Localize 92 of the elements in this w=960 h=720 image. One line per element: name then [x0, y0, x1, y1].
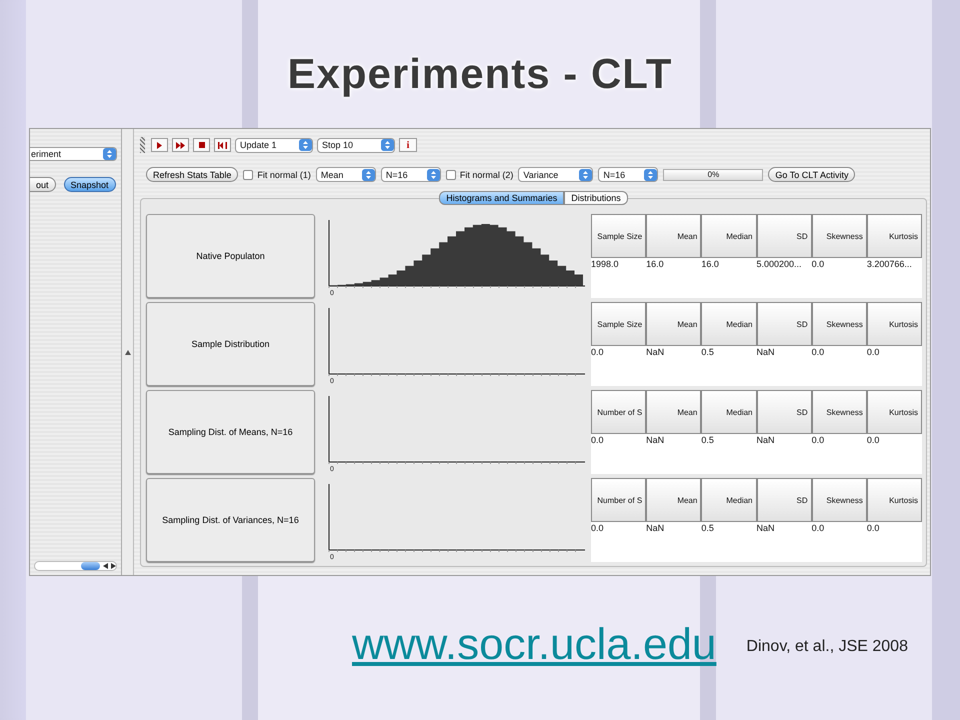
- column-header[interactable]: Skewness: [812, 478, 867, 522]
- distribution-button[interactable]: Sampling Dist. of Variances, N=16: [146, 478, 315, 562]
- table-cell-text: NaN: [646, 347, 666, 357]
- play-icon: [156, 142, 163, 148]
- citation: Dinov, et al., JSE 2008: [746, 638, 908, 656]
- stepper-icon: [103, 148, 116, 160]
- fast-forward-button[interactable]: [172, 138, 189, 152]
- column-header[interactable]: Skewness: [812, 302, 867, 346]
- stepper-icon: [381, 139, 394, 151]
- stepper-icon: [644, 168, 658, 180]
- column-header[interactable]: Kurtosis: [866, 214, 922, 258]
- table-cell-text: 0.0: [866, 435, 880, 445]
- stop-icon: [198, 142, 204, 148]
- column-header[interactable]: Kurtosis: [866, 302, 922, 346]
- column-header[interactable]: Kurtosis: [866, 478, 922, 522]
- table-cell-text: 0.0: [812, 435, 826, 445]
- action-button[interactable]: Refresh Stats Table: [146, 167, 238, 182]
- column-header[interactable]: Kurtosis: [866, 390, 922, 434]
- select-dropdown[interactable]: N=16: [598, 167, 658, 182]
- action-button[interactable]: Go To CLT Activity: [768, 167, 856, 182]
- checkbox-label: Fit normal (2): [460, 170, 514, 180]
- column-header[interactable]: SD: [756, 390, 812, 434]
- table-cell-text: NaN: [756, 435, 776, 445]
- table-cell-text: 0.0: [812, 259, 826, 269]
- table-cell-text: NaN: [646, 435, 666, 445]
- table-cell-text: 0.5: [701, 347, 715, 357]
- column-header[interactable]: Median: [701, 390, 756, 434]
- table-cell-text: 0.0: [591, 435, 605, 445]
- checkbox[interactable]: [243, 170, 254, 180]
- info-button[interactable]: i: [399, 138, 417, 152]
- scroll-right-icon[interactable]: [111, 563, 116, 569]
- column-header[interactable]: Number of S: [591, 390, 646, 434]
- column-header[interactable]: Sample Size: [591, 214, 646, 258]
- progress-label: 0%: [708, 170, 720, 179]
- horizontal-scrollbar[interactable]: [34, 561, 117, 571]
- table-cell-text: 0.0: [866, 523, 880, 533]
- column-header[interactable]: Mean: [646, 302, 702, 346]
- checkbox[interactable]: [446, 170, 456, 180]
- table-cell-text: 1998.0: [591, 259, 620, 269]
- column-header[interactable]: Median: [701, 478, 756, 522]
- distribution-button[interactable]: Native Populaton: [146, 214, 315, 298]
- column-header[interactable]: Median: [701, 302, 756, 346]
- panel-button[interactable]: out: [30, 177, 56, 192]
- select-dropdown[interactable]: Variance: [518, 167, 594, 182]
- column-header[interactable]: Median: [701, 214, 756, 258]
- select-dropdown[interactable]: N=16: [380, 167, 441, 182]
- reset-icon: [218, 142, 227, 148]
- tab[interactable]: Distributions: [564, 191, 628, 205]
- column-header[interactable]: Sample Size: [591, 302, 646, 346]
- column-header[interactable]: Mean: [646, 390, 702, 434]
- table-cell-text: NaN: [756, 347, 776, 357]
- table-cell-text: 5.000200...: [756, 259, 803, 269]
- table-cell-text: 16.0: [646, 259, 665, 269]
- panel-button[interactable]: Snapshot: [64, 177, 116, 192]
- column-header[interactable]: Mean: [646, 478, 702, 522]
- stop-button[interactable]: [193, 138, 210, 152]
- toolbar-grip[interactable]: [140, 137, 145, 153]
- slide-title: Experiments - CLT: [288, 50, 672, 99]
- table-cell-text: 0.5: [701, 435, 715, 445]
- table-cell-text: 0.0: [812, 523, 826, 533]
- column-header[interactable]: Skewness: [812, 390, 867, 434]
- fast-forward-icon: [176, 142, 185, 148]
- table-cell-text: 0.0: [591, 523, 605, 533]
- stepper-icon: [579, 168, 592, 180]
- distribution-button[interactable]: Sampling Dist. of Means, N=16: [146, 390, 315, 474]
- table-cell-text: 0.0: [812, 347, 826, 357]
- stepper-icon: [299, 139, 312, 151]
- stepper-icon: [362, 168, 375, 180]
- column-header[interactable]: SD: [756, 214, 812, 258]
- table-cell-text: 0.0: [591, 347, 605, 357]
- table-cell-text: 0.5: [701, 523, 715, 533]
- select-dropdown[interactable]: Mean: [316, 167, 376, 182]
- experiment-dropdown[interactable]: eriment: [30, 147, 117, 161]
- table-cell-text: 0.0: [866, 347, 880, 357]
- table-cell-text: 3.200766...: [866, 259, 913, 269]
- tab[interactable]: Histograms and Summaries: [439, 191, 564, 205]
- checkbox-label: Fit normal (1): [257, 170, 311, 180]
- column-header[interactable]: Skewness: [812, 214, 867, 258]
- column-header[interactable]: SD: [756, 478, 812, 522]
- column-header[interactable]: Number of S: [591, 478, 646, 522]
- table-cell-text: NaN: [756, 523, 776, 533]
- scroll-left-icon[interactable]: [103, 563, 108, 569]
- distribution-button[interactable]: Sample Distribution: [146, 302, 315, 386]
- column-header[interactable]: Mean: [646, 214, 702, 258]
- column-header[interactable]: SD: [756, 302, 812, 346]
- stepper-icon: [426, 168, 440, 180]
- reset-button[interactable]: [214, 138, 231, 152]
- toolbar-dropdown[interactable]: Stop 10: [317, 138, 395, 152]
- table-cell-text: 16.0: [701, 259, 720, 269]
- table-cell-text: NaN: [646, 523, 666, 533]
- toolbar-dropdown[interactable]: Update 1: [235, 138, 313, 152]
- play-button[interactable]: [151, 138, 168, 152]
